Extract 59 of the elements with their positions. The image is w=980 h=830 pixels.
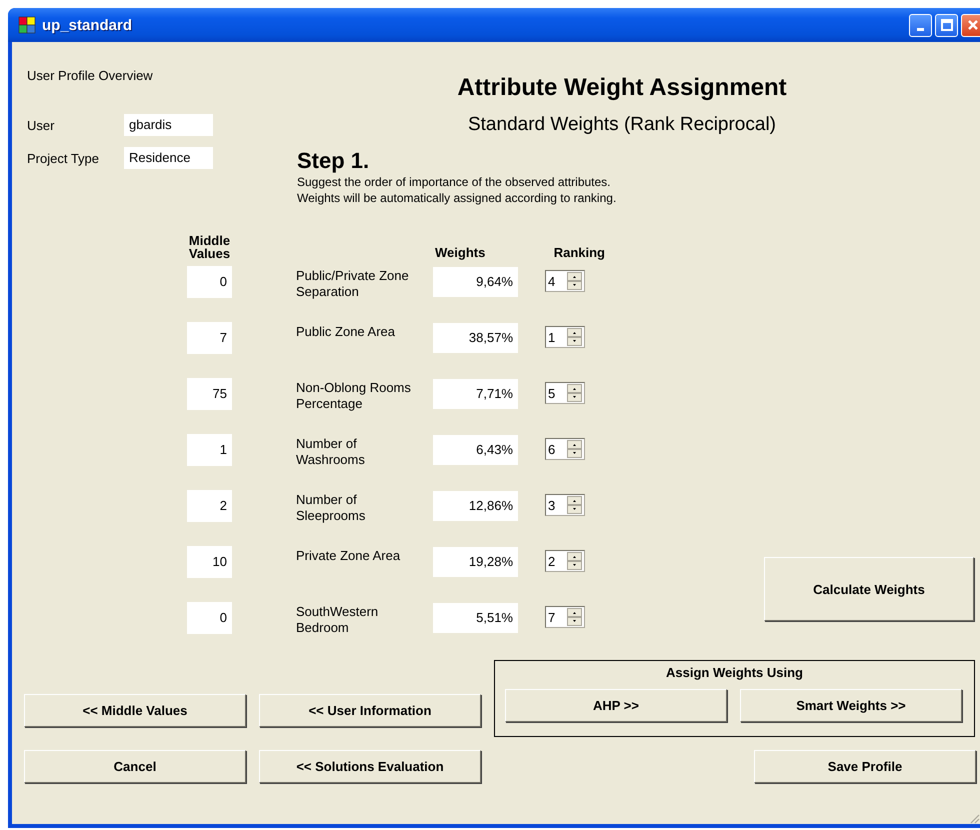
weight-field: 12,86%	[433, 491, 518, 521]
value-field[interactable]: 0	[187, 602, 232, 634]
ranking-spinner[interactable]: 5	[545, 382, 585, 404]
step-heading: Step 1.	[297, 148, 370, 174]
value-field[interactable]: 75	[187, 378, 232, 410]
attribute-label: Number of Washrooms	[296, 435, 366, 468]
attribute-label: Non-Oblong Rooms Percentage	[296, 379, 412, 412]
close-icon	[966, 19, 978, 31]
text-field[interactable]: gbardis	[124, 114, 213, 136]
value-field[interactable]: 2	[187, 490, 232, 522]
instruction-text: Suggest the order of importance of the observed attributes.	[297, 174, 612, 190]
form-subtitle: Standard Weights (Rank Reciprocal)	[466, 114, 777, 136]
resize-grip-icon	[968, 812, 980, 824]
minimize-button[interactable]	[909, 14, 932, 36]
value-field[interactable]: 0	[187, 266, 232, 298]
assign-button[interactable]: Smart Weights >>	[740, 689, 962, 722]
maximize-button[interactable]	[935, 14, 958, 36]
text-field[interactable]: Residence	[124, 147, 213, 169]
nav-button[interactable]: Cancel	[24, 750, 246, 783]
attribute-label: Number of Sleeprooms	[296, 491, 366, 524]
column-header: Ranking	[554, 245, 605, 262]
save-profile-button[interactable]: Save Profile	[754, 750, 976, 783]
column-header: Middle Values	[188, 234, 232, 263]
value-field[interactable]: 1	[187, 434, 232, 466]
field-label: User	[27, 118, 56, 132]
app-icon	[18, 16, 36, 34]
instruction-text: Weights will be automatically assigned according to ranking.	[297, 190, 618, 206]
column-header: Weights	[434, 245, 486, 262]
weight-field: 6,43%	[433, 435, 518, 465]
attribute-label: Private Zone Area	[296, 547, 402, 564]
assign-button[interactable]: AHP >>	[505, 689, 727, 722]
field-label: Project Type	[27, 150, 100, 166]
form-title: Attribute Weight Assignment	[456, 74, 788, 102]
minimize-icon	[917, 28, 924, 30]
weight-field: 38,57%	[433, 323, 518, 353]
weight-field: 9,64%	[433, 267, 518, 297]
ranking-spinner[interactable]: 3	[545, 494, 585, 516]
nav-button[interactable]: << Middle Values	[24, 694, 246, 727]
group-title: Assign Weights Using	[665, 665, 804, 682]
attribute-label: Public Zone Area	[296, 323, 396, 340]
value-field[interactable]: 7	[187, 322, 232, 354]
ranking-spinner[interactable]: 1	[545, 326, 585, 348]
weight-field: 7,71%	[433, 379, 518, 409]
nav-button[interactable]: << User Information	[259, 694, 481, 727]
nav-button[interactable]: << Solutions Evaluation	[259, 750, 481, 783]
weight-field: 19,28%	[433, 547, 518, 577]
value-field[interactable]: 10	[187, 546, 232, 578]
maximize-icon	[940, 19, 952, 31]
window-title: up_standard	[42, 16, 132, 34]
weight-field: 5,51%	[433, 603, 518, 633]
calculate-weights-button[interactable]: Calculate Weights	[764, 557, 974, 621]
ranking-spinner[interactable]: 4	[545, 270, 585, 292]
section-label: User Profile Overview	[27, 68, 154, 85]
attribute-label: Public/Private Zone Separation	[296, 267, 410, 300]
ranking-spinner[interactable]: 6	[545, 438, 585, 460]
ranking-spinner[interactable]: 7	[545, 606, 585, 628]
attribute-label: SouthWestern Bedroom	[296, 603, 380, 636]
close-button[interactable]	[961, 14, 980, 36]
ranking-spinner[interactable]: 2	[545, 550, 585, 572]
